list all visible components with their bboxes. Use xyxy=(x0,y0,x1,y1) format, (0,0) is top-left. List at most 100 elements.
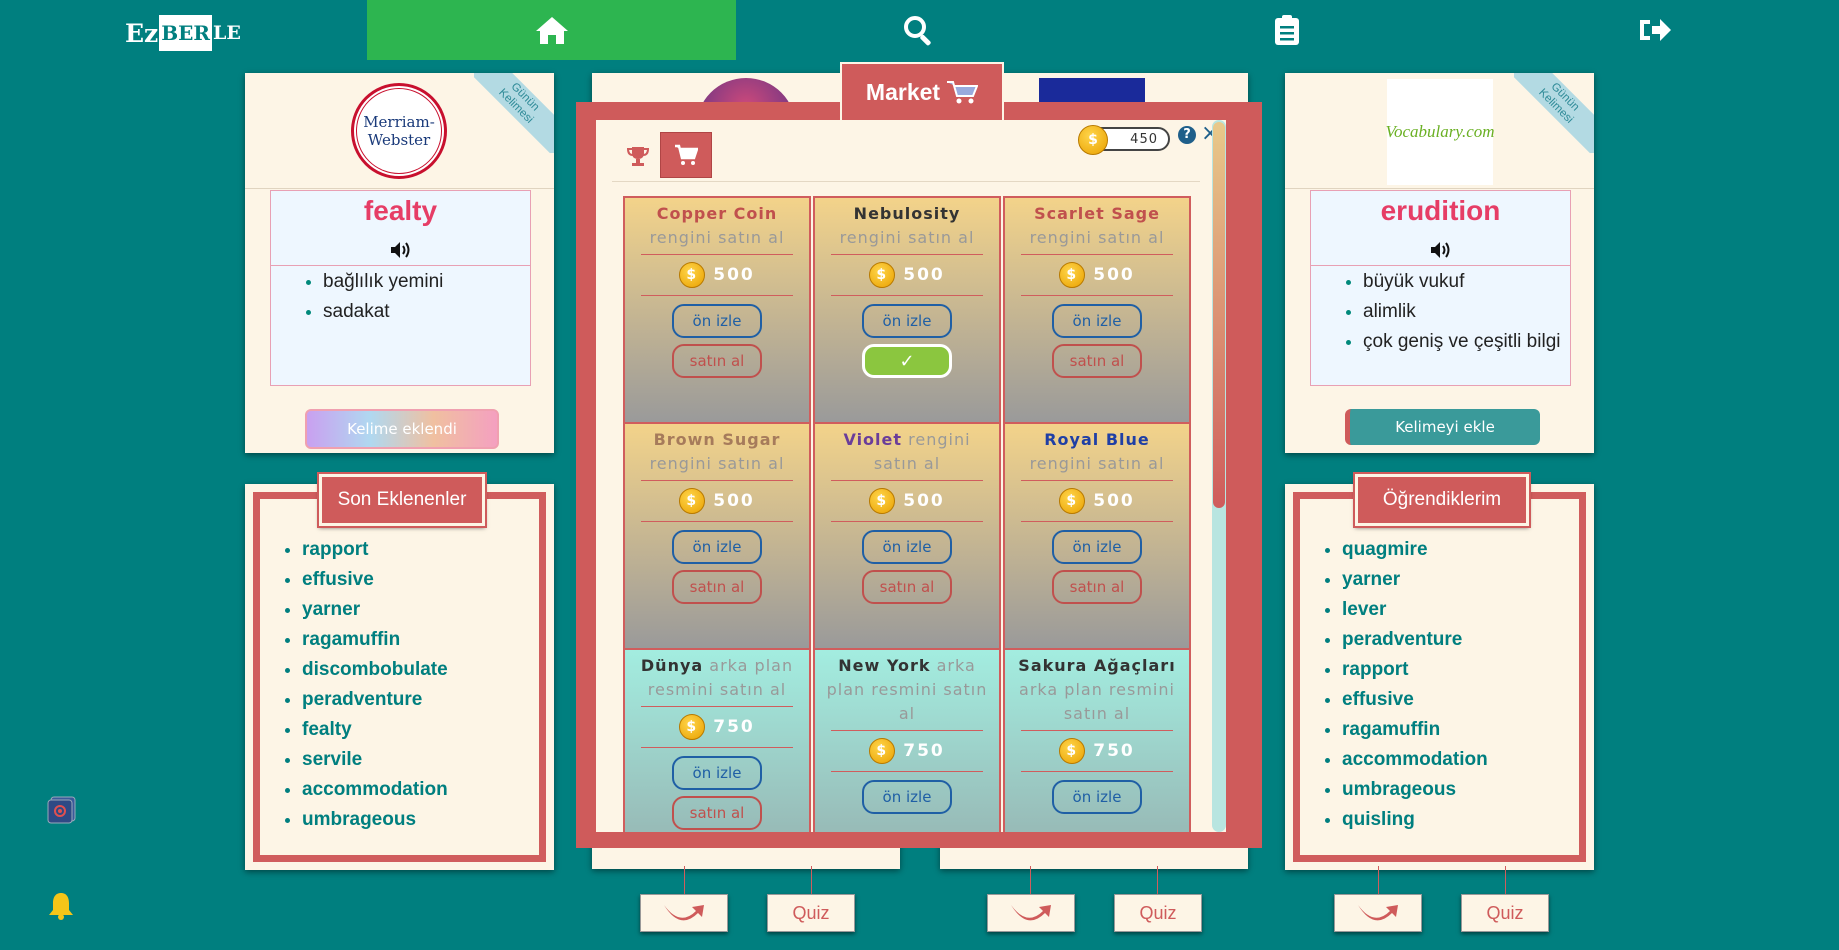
trophy-tab[interactable] xyxy=(618,136,658,176)
word-of-day-card-left: GününKelimesi Merriam-Webster fealty bağ… xyxy=(245,73,554,453)
list-item[interactable]: ragamuffin xyxy=(1342,715,1488,745)
market-modal: 450 $ ? × Copper Coin rengini satın al $… xyxy=(576,102,1262,848)
speaker-icon[interactable] xyxy=(390,241,412,263)
coin-icon: $ xyxy=(1078,125,1108,155)
logo-text-right: LE xyxy=(213,22,241,44)
next-word-button[interactable] xyxy=(640,894,728,932)
quiz-button[interactable]: Quiz xyxy=(767,894,855,932)
preview-button[interactable]: ön izle xyxy=(672,756,762,790)
list-item[interactable]: accommodation xyxy=(302,775,448,805)
list-item[interactable]: effusive xyxy=(302,565,448,595)
learned-words-title: Öğrendiklerim xyxy=(1353,472,1531,528)
add-word-button[interactable]: Kelimeyi ekle xyxy=(1345,409,1540,445)
meaning-item: sadakat xyxy=(323,297,524,327)
speaker-icon[interactable] xyxy=(1430,241,1452,263)
word-of-day-card-right: GününKelimesi Vocabulary.com erudition b… xyxy=(1285,73,1594,453)
curved-arrow-icon xyxy=(664,905,704,921)
list-item[interactable]: quagmire xyxy=(1342,535,1488,565)
word-box: erudition büyük vukuf alimlik çok geniş … xyxy=(1310,190,1571,386)
merriam-webster-logo: Merriam- Webster xyxy=(351,83,447,179)
preview-button[interactable]: ön izle xyxy=(1052,530,1142,564)
search-icon xyxy=(904,16,931,46)
balance-value: 450 xyxy=(1130,131,1158,147)
list-item[interactable]: ragamuffin xyxy=(302,625,448,655)
help-icon[interactable]: ? xyxy=(1178,126,1196,144)
meaning-item: çok geniş ve çeşitli bilgi xyxy=(1363,327,1564,357)
market-scrollbar[interactable] xyxy=(1212,120,1226,832)
meaning-list: bağlılık yemini sadakat xyxy=(271,267,524,327)
preview-button[interactable]: ön izle xyxy=(1052,304,1142,338)
market-item: New York arka plan resmini satın al $750… xyxy=(813,648,1001,832)
buy-button[interactable]: satın al xyxy=(1052,344,1142,378)
buy-button[interactable]: satın al xyxy=(672,344,762,378)
market-title-text: Market xyxy=(865,78,941,105)
coin-icon: $ xyxy=(1059,738,1086,764)
coin-icon: $ xyxy=(869,488,896,514)
word-of-day-ribbon: Günün Kelimesi xyxy=(1514,73,1594,153)
recent-words-title: Son Eklenenler xyxy=(317,472,487,528)
coin-icon: $ xyxy=(869,262,896,288)
meaning-item: bağlılık yemini xyxy=(323,267,524,297)
list-item[interactable]: lever xyxy=(1342,595,1488,625)
preview-button[interactable]: ön izle xyxy=(862,780,952,814)
shopping-cart-icon xyxy=(947,81,979,104)
nav-clipboard-button[interactable] xyxy=(1252,0,1322,60)
quiz-button[interactable]: Quiz xyxy=(1461,894,1549,932)
list-item[interactable]: servile xyxy=(302,745,448,775)
word-added-button[interactable]: Kelime eklendi xyxy=(305,409,499,449)
learned-words-panel: Öğrendiklerim quagmire yarner lever pera… xyxy=(1285,472,1594,870)
list-item[interactable]: fealty xyxy=(302,715,448,745)
list-item[interactable]: umbrageous xyxy=(302,805,448,835)
market-item: Royal Blue rengini satın al $500 ön izle… xyxy=(1003,422,1191,650)
buy-button[interactable]: satın al xyxy=(672,570,762,604)
list-item[interactable]: discombobulate xyxy=(302,655,448,685)
home-icon xyxy=(535,17,568,44)
owned-check-button[interactable]: ✓ xyxy=(862,344,952,378)
quiz-button[interactable]: Quiz xyxy=(1114,894,1202,932)
meaning-item: büyük vukuf xyxy=(1363,267,1564,297)
preview-button[interactable]: ön izle xyxy=(1052,780,1142,814)
curved-arrow-icon xyxy=(1011,905,1051,921)
buy-button[interactable]: satın al xyxy=(672,796,762,830)
list-item[interactable]: umbrageous xyxy=(1342,775,1488,805)
next-word-button[interactable] xyxy=(987,894,1075,932)
list-item[interactable]: rapport xyxy=(302,535,448,565)
preview-button[interactable]: ön izle xyxy=(862,304,952,338)
list-item[interactable]: accommodation xyxy=(1342,745,1488,775)
list-item[interactable]: yarner xyxy=(1342,565,1488,595)
word-of-day-ribbon: Günün Kelimesi xyxy=(474,73,554,153)
coin-icon: $ xyxy=(679,488,706,514)
list-item[interactable]: yarner xyxy=(302,595,448,625)
nav-home-button[interactable] xyxy=(367,0,736,60)
buy-button[interactable]: satın al xyxy=(1052,570,1142,604)
preview-button[interactable]: ön izle xyxy=(862,530,952,564)
word-title: fealty xyxy=(363,195,438,226)
buy-button[interactable]: satın al xyxy=(862,570,952,604)
list-item[interactable]: rapport xyxy=(1342,655,1488,685)
recent-words-panel: Son Eklenenler rapport effusive yarner r… xyxy=(245,472,554,870)
preview-button[interactable]: ön izle xyxy=(672,304,762,338)
cart-icon xyxy=(675,144,698,165)
market-item: Nebulosity rengini satın al $500 ön izle… xyxy=(813,196,1001,424)
app-logo[interactable]: Ez BER LE xyxy=(125,10,241,56)
cart-tab[interactable] xyxy=(660,132,712,178)
list-item[interactable]: quisling xyxy=(1342,805,1488,835)
list-item[interactable]: peradventure xyxy=(302,685,448,715)
coin-icon: $ xyxy=(1059,262,1086,288)
next-word-button[interactable] xyxy=(1334,894,1422,932)
preview-button[interactable]: ön izle xyxy=(672,530,762,564)
curved-arrow-icon xyxy=(1358,905,1398,921)
vocabulary-com-logo: Vocabulary.com xyxy=(1385,79,1495,185)
word-title: erudition xyxy=(1380,195,1501,226)
nav-search-button[interactable] xyxy=(883,0,953,60)
scrollbar-thumb[interactable] xyxy=(1213,122,1225,508)
market-item: Dünya arka plan resmini satın al $750 ön… xyxy=(623,648,811,832)
list-item[interactable]: peradventure xyxy=(1342,625,1488,655)
market-item: Scarlet Sage rengini satın al $500 ön iz… xyxy=(1003,196,1191,424)
logout-icon xyxy=(1640,19,1671,41)
nav-logout-button[interactable] xyxy=(1620,0,1690,60)
logo-text-box: BER xyxy=(159,15,213,51)
settings-icon[interactable] xyxy=(47,796,77,824)
bell-icon[interactable] xyxy=(48,891,76,921)
list-item[interactable]: effusive xyxy=(1342,685,1488,715)
